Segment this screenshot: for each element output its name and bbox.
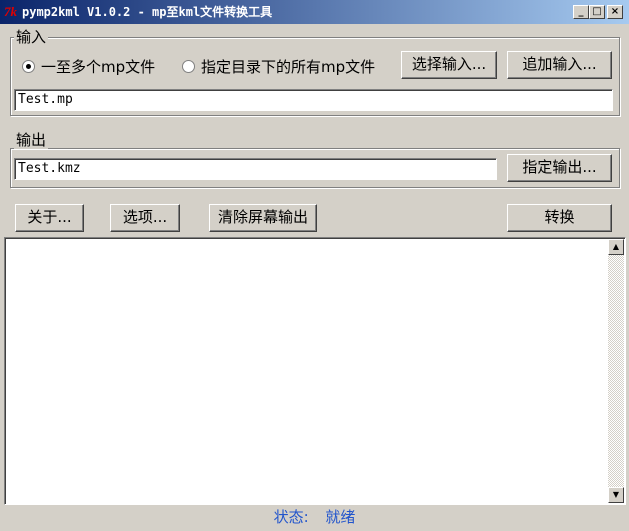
input-group-legend: 输入 xyxy=(14,28,49,46)
output-group-legend: 输出 xyxy=(14,131,49,149)
output-text-area[interactable]: ▲ ▼ xyxy=(4,237,626,505)
scroll-down-icon[interactable]: ▼ xyxy=(608,487,624,503)
scroll-up-icon[interactable]: ▲ xyxy=(608,239,624,255)
title-bar[interactable]: 7k pymp2kml V1.0.2 - mp至kml文件转换工具 _ □ × xyxy=(0,0,629,24)
input-path-field[interactable]: Test.mp xyxy=(14,89,613,111)
status-value: 就绪 xyxy=(325,508,356,526)
clear-output-button[interactable]: 清除屏幕输出 xyxy=(209,204,317,232)
radio-unselected-icon xyxy=(182,60,195,73)
status-bar: 状态: 就绪 xyxy=(0,507,629,527)
window-title: pymp2kml V1.0.2 - mp至kml文件转换工具 xyxy=(22,5,273,19)
about-button[interactable]: 关于... xyxy=(15,204,84,232)
radio-directory-label: 指定目录下的所有mp文件 xyxy=(201,58,376,76)
set-output-button[interactable]: 指定输出... xyxy=(507,154,612,182)
radio-single-files[interactable]: 一至多个mp文件 xyxy=(22,56,155,77)
vertical-scrollbar[interactable]: ▲ ▼ xyxy=(608,239,624,503)
select-input-button[interactable]: 选择输入... xyxy=(401,51,497,79)
radio-directory[interactable]: 指定目录下的所有mp文件 xyxy=(182,56,375,77)
radio-selected-icon xyxy=(22,60,35,73)
output-path-field[interactable]: Test.kmz xyxy=(14,158,497,180)
append-input-button[interactable]: 追加输入... xyxy=(507,51,612,79)
tk-feather-icon: 7k xyxy=(4,4,17,19)
minimize-button[interactable]: _ xyxy=(573,5,589,19)
close-button[interactable]: × xyxy=(607,5,623,19)
status-label: 状态: xyxy=(273,508,309,526)
radio-single-files-label: 一至多个mp文件 xyxy=(41,58,156,76)
options-button[interactable]: 选项... xyxy=(110,204,180,232)
maximize-button[interactable]: □ xyxy=(589,5,605,19)
convert-button[interactable]: 转换 xyxy=(507,204,612,232)
